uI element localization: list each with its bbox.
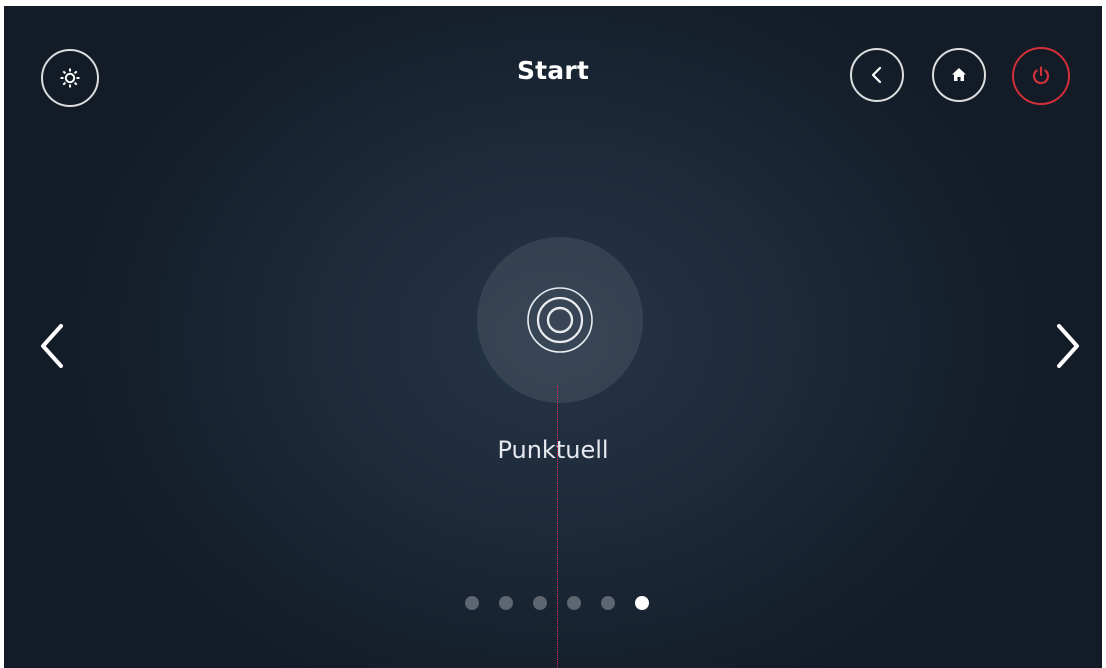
page-dot[interactable] xyxy=(635,596,649,610)
page-dot[interactable] xyxy=(499,596,513,610)
next-mode-button[interactable] xyxy=(1048,316,1088,376)
target-rings-icon xyxy=(527,287,593,353)
app-screen: Start Punktuell xyxy=(4,6,1102,668)
page-dot[interactable] xyxy=(465,596,479,610)
page-indicator xyxy=(465,596,649,610)
page-dot[interactable] xyxy=(601,596,615,610)
chevron-left-icon xyxy=(41,324,63,368)
chevron-left-icon xyxy=(871,66,882,84)
back-button[interactable] xyxy=(850,48,904,102)
mode-label: Punktuell xyxy=(497,436,609,464)
page-dot[interactable] xyxy=(533,596,547,610)
chevron-right-icon xyxy=(1057,324,1079,368)
power-button[interactable] xyxy=(1012,47,1070,105)
home-button[interactable] xyxy=(932,48,986,102)
power-icon xyxy=(1032,66,1050,85)
mode-selector[interactable] xyxy=(477,237,643,403)
previous-mode-button[interactable] xyxy=(32,316,72,376)
guide-line xyxy=(557,386,558,668)
home-icon xyxy=(952,68,966,81)
page-dot[interactable] xyxy=(567,596,581,610)
